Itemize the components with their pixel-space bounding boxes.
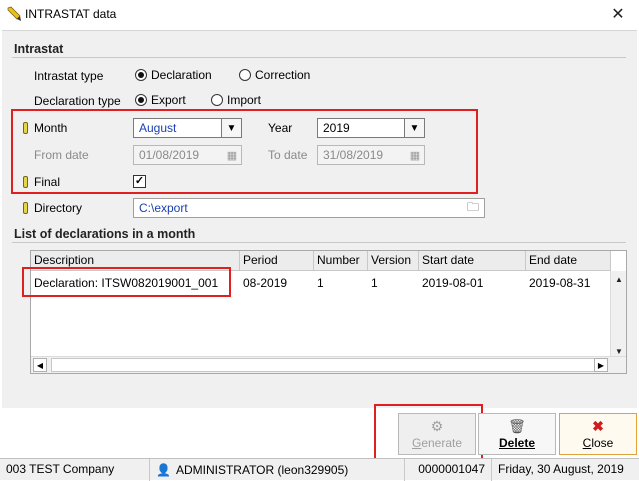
close-label: Close [582,436,614,450]
declaration-type-label: Declaration type [34,94,121,108]
section-divider [12,242,626,243]
folder-icon[interactable]: 🗀 [462,198,484,219]
radio-dot [135,69,147,81]
status-user: 👤 ADMINISTRATOR (leon329905) [150,459,405,481]
status-code: 0000001047 [405,459,492,481]
status-bar: 003 TEST Company 👤 ADMINISTRATOR (leon32… [0,458,639,481]
delete-button[interactable]: 🗑 Delete [478,413,556,455]
column-header-number[interactable]: Number [314,251,368,271]
radio-export[interactable]: Export [135,93,186,107]
horizontal-scrollbar[interactable]: ◀ ▶ [31,356,626,373]
close-icon[interactable]: ✕ [608,5,628,25]
scroll-up-icon[interactable]: ▲ [612,273,626,287]
scroll-thumb[interactable] [51,358,606,372]
trash-icon: 🗑 [508,418,526,434]
intrastat-dialog: INTRASTAT data ✕ Intrastat Intrastat typ… [0,0,639,481]
radio-label: Export [151,93,186,107]
declarations-section-title: List of declarations in a month [14,227,196,241]
status-user-label: ADMINISTRATOR (leon329905) [175,462,349,477]
radio-import[interactable]: Import [211,93,261,107]
radio-label: Import [227,93,262,107]
cell-end-date: 2019-08-31 [529,276,591,290]
close-button[interactable]: ✖ Close [559,413,637,455]
cell-version: 1 [371,276,378,290]
close-icon: ✖ [592,418,604,434]
scroll-left-icon[interactable]: ◀ [33,358,47,372]
cell-period: 08-2019 [243,276,288,290]
pencil-icon [7,6,21,21]
user-icon: 👤 [156,462,171,477]
radio-dot [135,94,147,106]
column-header-version[interactable]: Version [368,251,419,271]
highlight-frame [11,109,478,194]
scroll-right-icon[interactable]: ▶ [594,358,608,372]
window-title: INTRASTAT data [25,7,117,21]
radio-dot [239,69,251,81]
radio-declaration[interactable]: Declaration [135,68,212,82]
delete-label: Delete [498,436,536,450]
column-header-end-date[interactable]: End date [526,251,611,271]
intrastat-section-title: Intrastat [14,42,64,56]
cell-number: 1 [317,276,324,290]
radio-label: Correction [255,68,311,82]
required-marker-icon [23,202,28,214]
radio-dot [211,94,223,106]
highlight-frame [22,267,231,297]
status-company: 003 TEST Company [0,459,150,481]
radio-label: Declaration [151,68,212,82]
directory-field[interactable]: C:\export 🗀 [133,198,485,218]
column-header-period[interactable]: Period [240,251,314,271]
highlight-frame [374,404,483,465]
intrastat-type-label: Intrastat type [34,69,104,83]
status-date: Friday, 30 August, 2019 [498,462,624,476]
vertical-scrollbar[interactable]: ▲ ▼ [610,271,626,357]
directory-value: C:\export [139,201,188,215]
radio-correction[interactable]: Correction [239,68,310,82]
section-divider [12,57,626,58]
directory-label: Directory [34,201,83,215]
column-header-start-date[interactable]: Start date [419,251,526,271]
title-bar: INTRASTAT data ✕ [0,0,639,30]
cell-start-date: 2019-08-01 [422,276,484,290]
